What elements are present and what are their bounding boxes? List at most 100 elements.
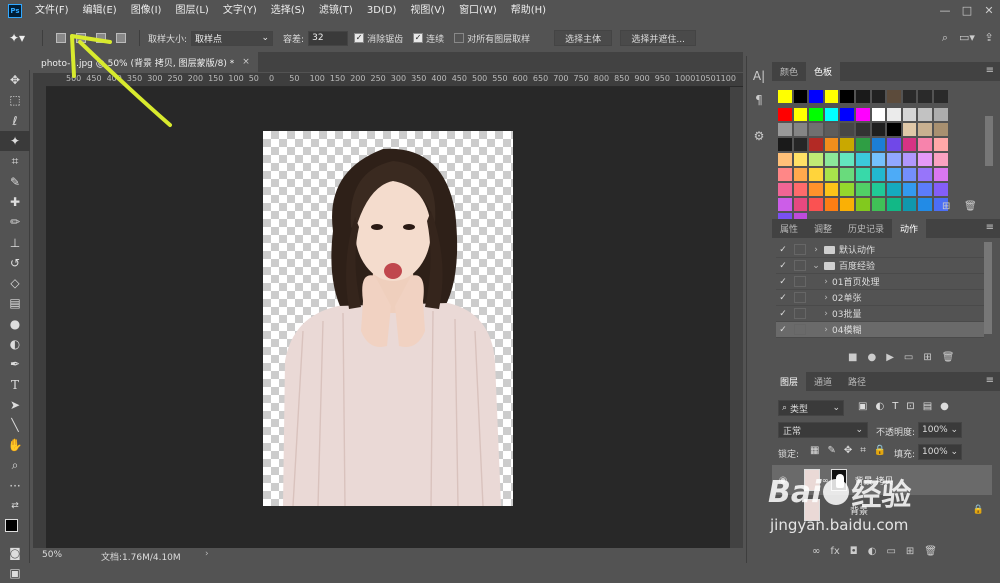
swatch[interactable] — [855, 108, 870, 121]
swatch[interactable] — [855, 138, 870, 151]
stop-icon[interactable]: ■ — [848, 352, 857, 363]
swatch[interactable] — [809, 153, 823, 166]
swatch[interactable] — [871, 108, 886, 121]
move-tool-icon[interactable]: ✥ — [0, 70, 30, 90]
chevron-right-icon[interactable]: › — [820, 277, 832, 287]
crop-tool-icon[interactable]: ⌗ — [0, 151, 30, 171]
vertical-scrollbar[interactable] — [730, 87, 743, 548]
more-tools-icon[interactable]: ··· — [0, 476, 30, 496]
menu-item[interactable]: 文字(Y) — [216, 0, 264, 22]
swatch[interactable] — [793, 90, 808, 103]
swatch[interactable] — [918, 108, 932, 121]
tolerance-input[interactable]: 32 — [308, 30, 349, 46]
contiguous-checkbox[interactable]: ✓ 连续 — [413, 32, 444, 45]
tab-color[interactable]: 颜色 — [772, 62, 806, 81]
share-icon[interactable]: ⇪ — [978, 27, 1000, 49]
lock-transparent-icon[interactable]: ▦ — [810, 445, 819, 456]
swatch[interactable] — [855, 153, 870, 166]
chevron-right-icon[interactable]: › — [820, 325, 832, 335]
chevron-right-icon[interactable]: › — [820, 293, 832, 303]
play-icon[interactable]: ▶ — [886, 352, 894, 363]
swatch[interactable] — [933, 108, 948, 121]
dodge-tool-icon[interactable]: ◐ — [0, 334, 30, 354]
swatch[interactable] — [933, 183, 948, 196]
swatch[interactable] — [840, 198, 854, 211]
swatch[interactable] — [778, 108, 792, 121]
action-row[interactable]: ✓ › 02单张 — [776, 290, 984, 306]
pen-tool-icon[interactable]: ✒ — [0, 354, 30, 374]
swatch[interactable] — [778, 153, 792, 166]
pixel-filter-icon[interactable]: ▣ — [858, 401, 867, 412]
swatch[interactable] — [809, 138, 823, 151]
swatch[interactable] — [778, 168, 792, 181]
blur-tool-icon[interactable]: ● — [0, 314, 30, 334]
smart-object-filter-icon[interactable]: ▤ — [923, 401, 932, 412]
swatch[interactable] — [887, 183, 901, 196]
swatch[interactable] — [793, 198, 808, 211]
swatch[interactable] — [824, 198, 839, 211]
swatch[interactable] — [778, 138, 792, 151]
menu-item[interactable]: 图层(L) — [168, 0, 215, 22]
tab-actions[interactable]: 调整 — [806, 219, 840, 238]
brush-tool-icon[interactable]: ✏ — [0, 212, 30, 232]
swatch[interactable] — [809, 198, 823, 211]
filter-toggle-icon[interactable]: ● — [940, 401, 949, 412]
folder-icon[interactable]: ▭ — [904, 352, 913, 363]
maximize-button[interactable]: □ — [956, 0, 978, 22]
chevron-down-icon[interactable]: ⌄ — [810, 261, 822, 271]
check-icon[interactable]: ✓ — [776, 277, 790, 287]
tab-layers[interactable]: 路径 — [840, 372, 874, 391]
document-image[interactable] — [263, 131, 513, 507]
swatch[interactable] — [902, 168, 917, 181]
dialog-toggle-icon[interactable] — [794, 260, 806, 271]
swap-colors-icon[interactable]: ⇄ — [0, 496, 30, 516]
menu-item[interactable]: 视图(V) — [403, 0, 452, 22]
dialog-toggle-icon[interactable] — [794, 276, 806, 287]
swatch-scrollbar[interactable] — [985, 116, 993, 166]
select-and-mask-button[interactable]: 选择并遮住... — [620, 30, 697, 46]
panel-menu-icon[interactable]: ≡ — [986, 222, 994, 233]
swatch[interactable] — [840, 90, 854, 103]
swatch[interactable] — [871, 90, 886, 103]
clone-stamp-tool-icon[interactable]: ⊥ — [0, 232, 30, 252]
swatch[interactable] — [887, 108, 901, 121]
marquee-tool-icon[interactable]: ⬚ — [0, 90, 30, 110]
zoom-level[interactable]: 50% — [42, 550, 62, 560]
tab-actions[interactable]: 动作 — [892, 219, 927, 238]
color-swatches[interactable] — [0, 517, 29, 543]
adjustment-filter-icon[interactable]: ◐ — [875, 401, 884, 412]
swatch[interactable] — [778, 90, 792, 103]
actions-scrollbar[interactable] — [984, 242, 992, 334]
tool-presets-icon[interactable]: ⚙ — [747, 124, 771, 148]
check-icon[interactable]: ✓ — [776, 309, 790, 319]
tab-actions[interactable]: 属性 — [772, 219, 806, 238]
chevron-right-icon[interactable]: › — [820, 309, 832, 319]
menu-item[interactable]: 滤镜(T) — [312, 0, 360, 22]
character-panel-icon[interactable]: A| — [747, 64, 771, 88]
action-row[interactable]: ✓ › 01首页处理 — [776, 274, 984, 290]
tab-color[interactable]: 色板 — [806, 62, 841, 81]
panel-menu-icon[interactable]: ≡ — [986, 65, 994, 76]
minimize-button[interactable]: — — [934, 0, 956, 22]
blend-mode-select[interactable]: 正常 ⌄ — [778, 422, 868, 438]
eraser-tool-icon[interactable]: ◇ — [0, 273, 30, 293]
quick-mask-icon[interactable]: ◙ — [0, 543, 30, 563]
swatch[interactable] — [887, 90, 901, 103]
swatch[interactable] — [871, 183, 886, 196]
dialog-toggle-icon[interactable] — [794, 324, 806, 335]
swatch[interactable] — [918, 90, 932, 103]
layer-filter-select[interactable]: ⌕ 类型 ⌄ — [778, 400, 844, 416]
swatch[interactable] — [887, 198, 901, 211]
swatch[interactable] — [902, 198, 917, 211]
magic-wand-preset-icon[interactable]: ✦▾ — [0, 31, 34, 45]
swatch[interactable] — [840, 108, 854, 121]
swatch[interactable] — [902, 123, 917, 136]
lasso-tool-icon[interactable]: ℓ — [0, 111, 30, 131]
swatch[interactable] — [887, 153, 901, 166]
eyedropper-tool-icon[interactable]: ✎ — [0, 171, 30, 191]
check-icon[interactable]: ✓ — [776, 293, 790, 303]
chevron-right-icon[interactable]: › — [810, 245, 822, 255]
lock-image-icon[interactable]: ✎ — [827, 445, 835, 456]
menu-item[interactable]: 窗口(W) — [452, 0, 504, 22]
swatch[interactable] — [871, 168, 886, 181]
